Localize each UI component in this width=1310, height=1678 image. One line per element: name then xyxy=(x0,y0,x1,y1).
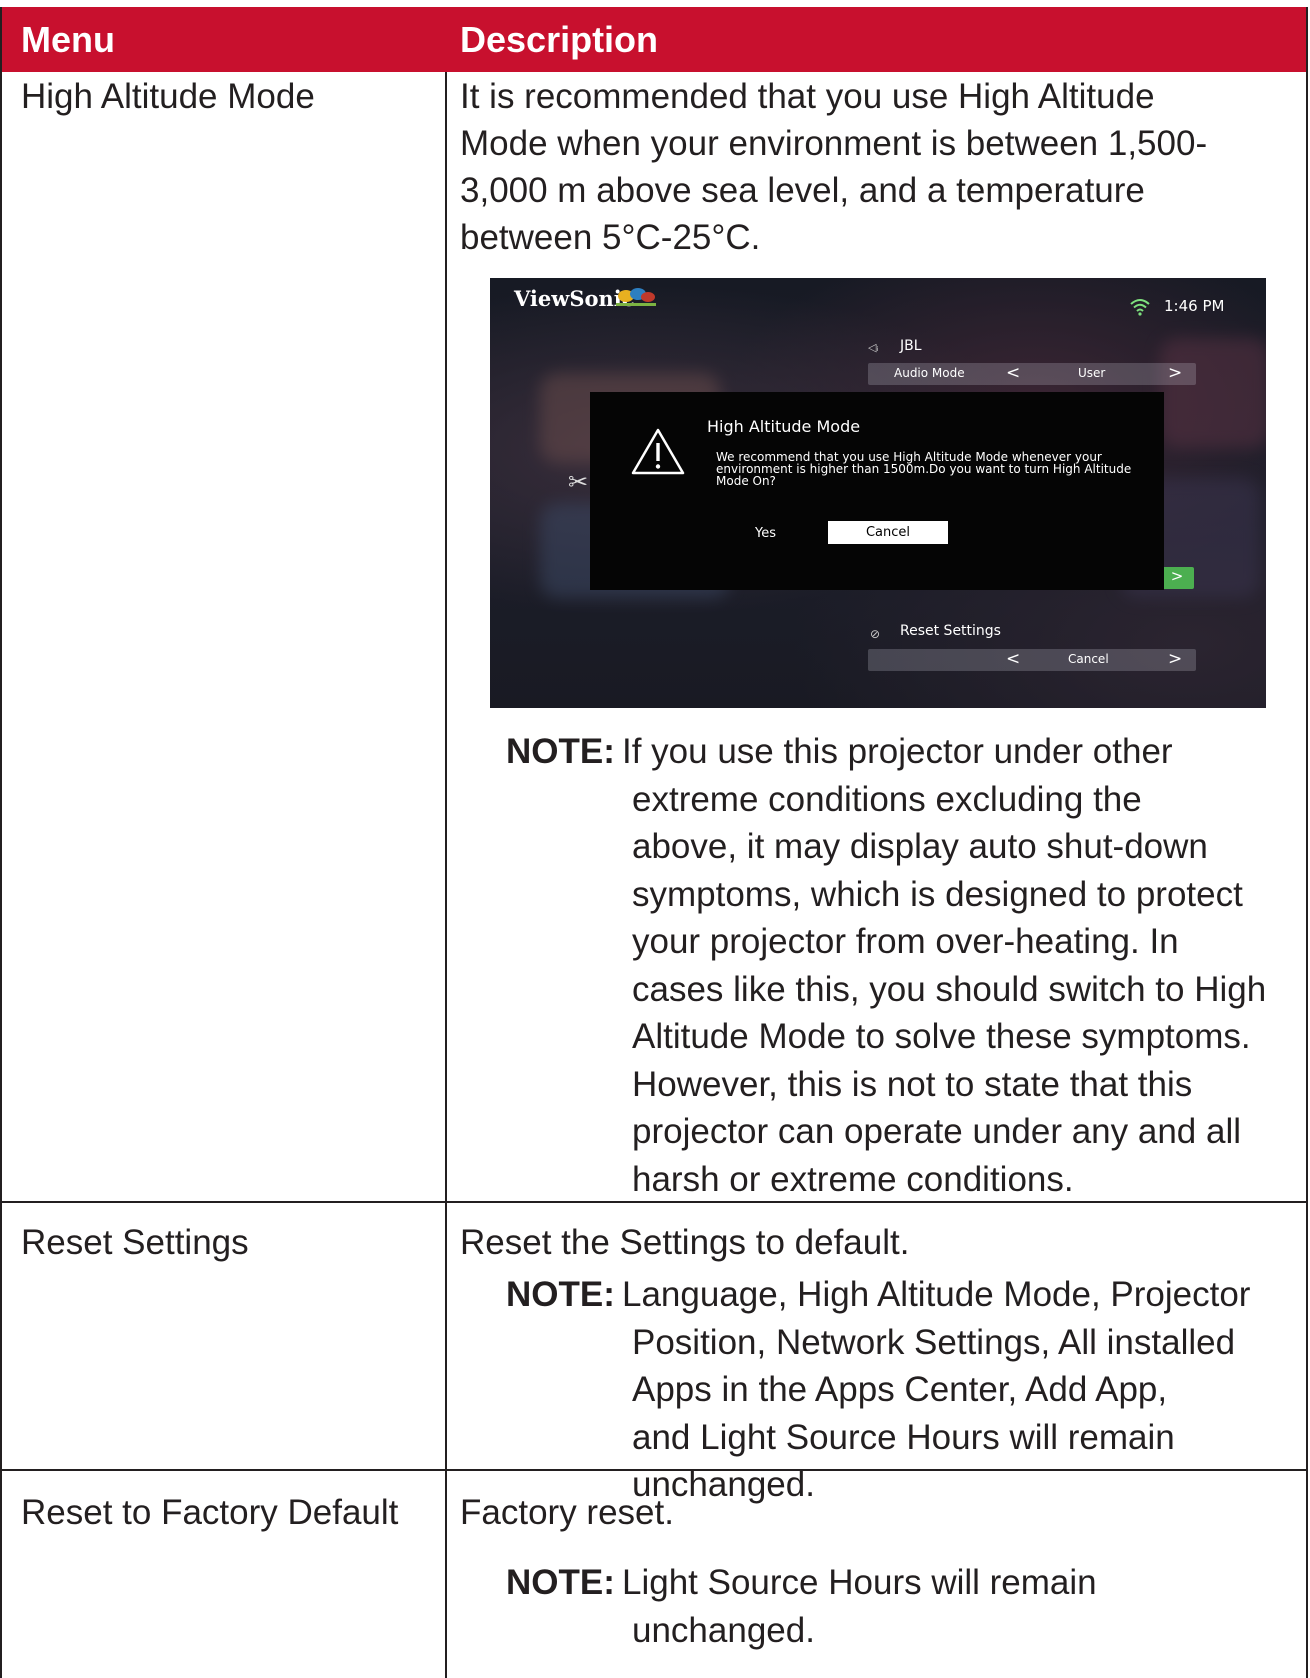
green-arrow-button[interactable]: > xyxy=(1160,567,1194,589)
chevron-right-icon[interactable]: > xyxy=(1168,363,1182,383)
note-label: NOTE: xyxy=(506,1563,615,1602)
desc-reset-factory: Factory reset. xyxy=(460,1493,674,1532)
note-label: NOTE: xyxy=(506,1275,615,1314)
cancel-button[interactable]: Cancel xyxy=(828,521,948,544)
reset-value: Cancel xyxy=(1068,652,1109,666)
header-description: Description xyxy=(460,19,659,60)
bg-tile xyxy=(1160,338,1266,448)
reset-selector[interactable]: < Cancel > xyxy=(868,649,1196,671)
note-line: If you use this projector under other xyxy=(622,732,1173,771)
desc-line: Mode when your environment is between 1,… xyxy=(460,124,1208,163)
birds-logo-icon xyxy=(616,288,656,306)
note-text: Light Source Hours will remain unchanged… xyxy=(622,1559,1310,1654)
chevron-right-icon[interactable]: > xyxy=(1168,649,1182,669)
chevron-left-icon[interactable]: < xyxy=(1006,649,1020,669)
reset-settings-label: Reset Settings xyxy=(900,623,1001,639)
projector-screenshot: ViewSonic 1:46 PM ◁ᵢ JBL Audio Mode < Us… xyxy=(490,278,1266,708)
wrench-icon: ✂ xyxy=(568,468,589,496)
note-line: Language, High Altitude Mode, Projector xyxy=(622,1275,1251,1314)
note-line: above, it may display auto shut-down xyxy=(632,827,1208,866)
dialog-title: High Altitude Mode xyxy=(707,417,861,436)
note-line: cases like this, you should switch to Hi… xyxy=(632,969,1267,1009)
menu-high-altitude: High Altitude Mode xyxy=(21,77,315,116)
note-line: your projector from over-heating. In xyxy=(632,922,1179,961)
note-line: and Light Source Hours will remain xyxy=(632,1417,1175,1457)
note-line: harsh or extreme conditions. xyxy=(632,1159,1074,1199)
audio-mode-label: Audio Mode xyxy=(894,366,965,380)
audio-mode-value: User xyxy=(1078,366,1106,380)
table-header: Menu Description xyxy=(2,7,1306,72)
status-time: 1:46 PM xyxy=(1164,297,1225,315)
note-label: NOTE: xyxy=(506,732,615,771)
note-line: symptoms, which is designed to protect xyxy=(632,874,1243,914)
desc-high-altitude: It is recommended that you use High Alti… xyxy=(460,73,1207,261)
note-line: projector can operate under any and all xyxy=(632,1112,1242,1151)
note-line: unchanged. xyxy=(632,1465,815,1504)
speaker-name: JBL xyxy=(900,338,922,354)
note-text: Language, High Altitude Mode, Projector … xyxy=(622,1271,1310,1509)
note-line: Light Source Hours will remain xyxy=(622,1563,1097,1602)
note-line: Altitude Mode to solve these symptoms. xyxy=(632,1017,1251,1056)
reset-icon: ⊘ xyxy=(870,627,881,641)
note-line: However, this is not to state that this xyxy=(632,1064,1193,1104)
high-altitude-dialog: High Altitude Mode We recommend that you… xyxy=(590,392,1164,590)
menu-reset-settings: Reset Settings xyxy=(21,1223,249,1262)
note-line: Apps in the Apps Center, Add App, xyxy=(632,1370,1168,1409)
dialog-message: We recommend that you use High Altitude … xyxy=(716,450,1132,488)
note-line: extreme conditions excluding the xyxy=(632,779,1142,819)
desc-line: between 5°C-25°C. xyxy=(460,218,761,257)
note-text: If you use this projector under other ex… xyxy=(622,728,1310,1203)
header-menu: Menu xyxy=(21,19,115,60)
note-line: unchanged. xyxy=(632,1610,815,1650)
chevron-left-icon[interactable]: < xyxy=(1006,363,1020,383)
settings-table: Menu Description High Altitude Mode It i… xyxy=(0,7,1308,1678)
menu-reset-factory: Reset to Factory Default xyxy=(21,1493,399,1532)
note-line: Position, Network Settings, All installe… xyxy=(632,1322,1236,1362)
yes-button[interactable]: Yes xyxy=(755,526,776,541)
wifi-icon xyxy=(1130,299,1150,316)
warning-icon xyxy=(631,428,685,475)
speaker-icon: ◁ᵢ xyxy=(868,341,879,354)
desc-reset-settings: Reset the Settings to default. xyxy=(460,1223,910,1262)
desc-line: It is recommended that you use High Alti… xyxy=(460,77,1155,116)
column-divider xyxy=(445,72,447,1678)
desc-line: 3,000 m above sea level, and a temperatu… xyxy=(460,171,1145,210)
audio-mode-selector[interactable]: Audio Mode < User > xyxy=(868,363,1196,385)
